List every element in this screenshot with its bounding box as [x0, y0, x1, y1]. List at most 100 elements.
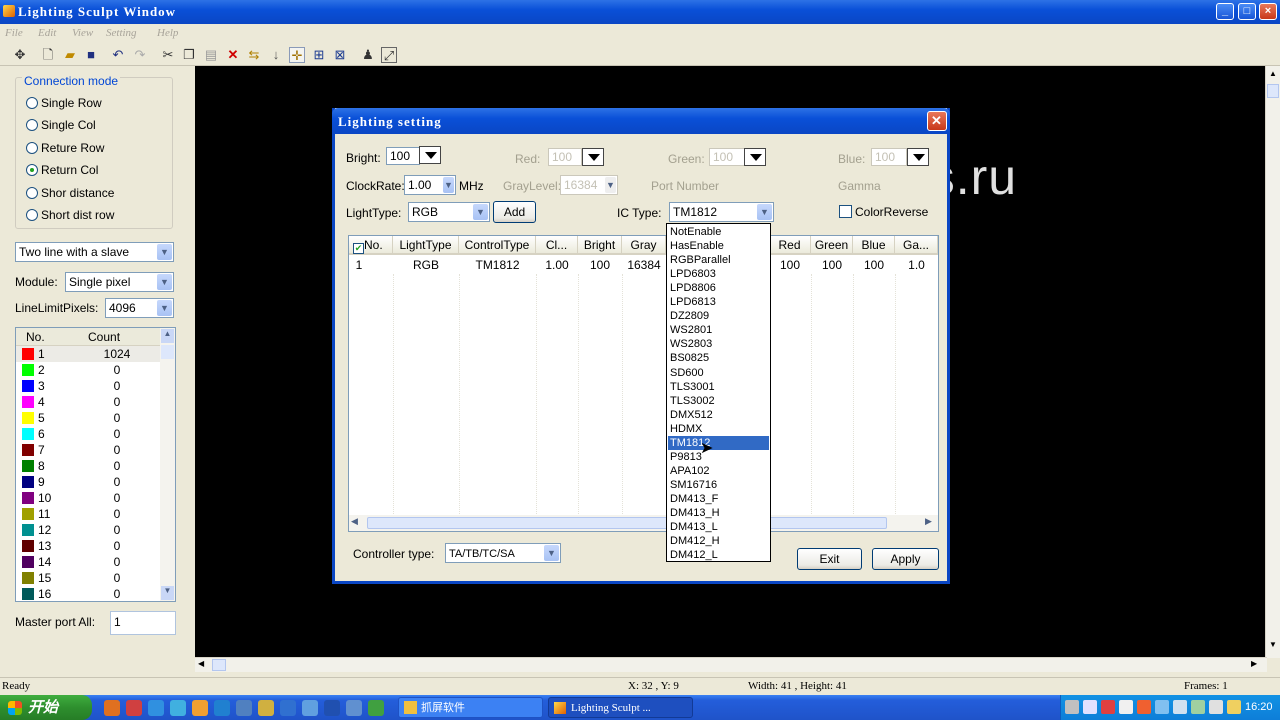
people-icon[interactable]: ♟	[360, 47, 376, 63]
ictype-select[interactable]: TM1812 ▼	[669, 202, 774, 222]
scroll-up-icon[interactable]: ▲	[161, 329, 174, 343]
ictype-option[interactable]: LPD6813	[668, 295, 769, 309]
flip-icon[interactable]: ⇆	[246, 47, 262, 63]
list-item[interactable]: 13 0	[16, 538, 161, 554]
grid-icon[interactable]: ⊞	[311, 47, 327, 63]
radio-reture-row[interactable]: Reture Row	[26, 141, 104, 155]
ictype-option[interactable]: APA102	[668, 464, 769, 478]
new-file-icon[interactable]: 🗋	[40, 47, 56, 63]
scroll-down-icon[interactable]: ▼	[161, 586, 174, 600]
clockrate-select[interactable]: 1.00 ▼	[404, 175, 456, 195]
table-cell[interactable]: 1.00	[536, 257, 578, 273]
radio-single-col[interactable]: Single Col	[26, 118, 96, 132]
radio-short-dist-row[interactable]: Short dist row	[26, 208, 114, 222]
table-cell[interactable]: 100	[811, 257, 853, 273]
open-folder-icon[interactable]: ▰	[62, 47, 78, 63]
red-input[interactable]: 100	[548, 148, 582, 166]
quicklaunch-icon-2[interactable]	[126, 700, 142, 716]
crosshair-icon[interactable]: ✛	[289, 47, 305, 63]
radio-return-col[interactable]: Return Col	[26, 163, 98, 177]
table-cell[interactable]: TM1812	[459, 257, 536, 273]
list-item[interactable]: 12 0	[16, 522, 161, 538]
tray-icon-7[interactable]	[1173, 700, 1187, 714]
table-cell[interactable]: 1.0	[895, 257, 938, 273]
quicklaunch-icon-10[interactable]	[302, 700, 318, 716]
table-cell[interactable]: 100	[853, 257, 895, 273]
graylevel-select[interactable]: 16384 ▼	[560, 175, 618, 195]
scroll-right-icon[interactable]: ▶	[925, 516, 932, 527]
tray-icon-6[interactable]	[1155, 700, 1169, 714]
canvas-vertical-scrollbar[interactable]: ▲ ▼	[1265, 66, 1280, 658]
ictype-option[interactable]: WS2801	[668, 323, 769, 337]
column-header-lighttype[interactable]: LightType	[393, 236, 459, 255]
colorreverse-checkbox[interactable]	[839, 205, 852, 218]
red-dropdown-button[interactable]	[582, 148, 604, 166]
scroll-thumb[interactable]	[212, 659, 226, 671]
ictype-option[interactable]: RGBParallel	[668, 253, 769, 267]
move-down-icon[interactable]: ↓	[268, 47, 284, 63]
ictype-option[interactable]: BS0825	[668, 351, 769, 365]
add-button[interactable]: Add	[493, 201, 536, 223]
list-item[interactable]: 70	[16, 442, 161, 458]
list-item[interactable]: 16 0	[16, 586, 161, 601]
list-item[interactable]: 20	[16, 362, 161, 378]
cut-icon[interactable]: ✂	[160, 47, 176, 63]
bright-input[interactable]: 100	[386, 147, 420, 165]
tray-icon-8[interactable]	[1191, 700, 1205, 714]
menu-view[interactable]: View	[72, 27, 93, 39]
menu-help[interactable]: Help	[157, 27, 178, 39]
close-button[interactable]: ×	[1259, 3, 1277, 20]
list-item[interactable]: 14 0	[16, 554, 161, 570]
column-header-gray[interactable]: Gray	[622, 236, 666, 255]
lighttype-select[interactable]: RGB ▼	[408, 202, 490, 222]
tray-icon-9[interactable]	[1209, 700, 1223, 714]
taskbar-button-lighting-sculpt[interactable]: Lighting Sculpt ...	[548, 697, 693, 718]
ictype-dropdown-list[interactable]: NotEnable HasEnable RGBParallel LPD6803 LPD8…	[666, 223, 771, 562]
table-cell[interactable]: 100	[769, 257, 811, 273]
scroll-left-icon[interactable]: ◀	[351, 516, 358, 527]
image-export-icon[interactable]: ⤢	[381, 47, 397, 63]
column-header-clock[interactable]: Cl...	[536, 236, 578, 255]
quicklaunch-icon-12[interactable]	[346, 700, 362, 716]
ictype-option[interactable]: DM413_H	[668, 506, 769, 520]
quicklaunch-icon-8[interactable]	[258, 700, 274, 716]
slave-mode-select[interactable]: Two line with a slave ▼	[15, 242, 174, 262]
list-item[interactable]: 50	[16, 410, 161, 426]
table-cell[interactable]: RGB	[393, 257, 459, 273]
taskbar-button-capture[interactable]: 抓屏软件	[398, 697, 543, 718]
ictype-option[interactable]: P9813	[668, 450, 769, 464]
ictype-option[interactable]: SM16716	[668, 478, 769, 492]
scroll-left-icon[interactable]: ◀	[198, 659, 210, 671]
ictype-option[interactable]: TM1812	[668, 435, 769, 450]
paste-icon[interactable]: ▤	[203, 47, 219, 63]
ictype-option[interactable]: LPD6803	[668, 267, 769, 281]
green-dropdown-button[interactable]	[744, 148, 766, 166]
blue-dropdown-button[interactable]	[907, 148, 929, 166]
ictype-option[interactable]: DM412_L	[668, 548, 769, 562]
column-header-red[interactable]: Red	[769, 236, 811, 255]
quicklaunch-icon-1[interactable]	[104, 700, 120, 716]
table-horizontal-scrollbar[interactable]: ◀ ▶	[349, 515, 938, 531]
ictype-option[interactable]: LPD8806	[668, 281, 769, 295]
quicklaunch-icon-7[interactable]	[236, 700, 252, 716]
quicklaunch-icon-5[interactable]	[192, 700, 208, 716]
table-cell[interactable]: 16384	[622, 257, 666, 273]
green-input[interactable]: 100	[709, 148, 745, 166]
list-item[interactable]: 10 0	[16, 490, 161, 506]
pointer-icon[interactable]: ✥	[12, 47, 28, 63]
undo-icon[interactable]: ↶	[110, 47, 126, 63]
table-cell[interactable]: 1	[353, 257, 365, 273]
ictype-option[interactable]: HDMX	[668, 422, 769, 436]
menu-edit[interactable]: Edit	[38, 27, 56, 39]
tray-icon-10[interactable]	[1227, 700, 1241, 714]
quicklaunch-icon-13[interactable]	[368, 700, 384, 716]
tray-icon-1[interactable]	[1065, 700, 1079, 714]
help-icon[interactable]	[1083, 700, 1097, 714]
maximize-button[interactable]: □	[1238, 3, 1256, 20]
ictype-option[interactable]: TLS3001	[668, 380, 769, 394]
blue-input[interactable]: 100	[871, 148, 907, 166]
scroll-thumb[interactable]	[1267, 84, 1279, 98]
copy-icon[interactable]: ❐	[181, 47, 197, 63]
radio-single-row[interactable]: Single Row	[26, 96, 102, 110]
quicklaunch-icon-11[interactable]	[324, 700, 340, 716]
